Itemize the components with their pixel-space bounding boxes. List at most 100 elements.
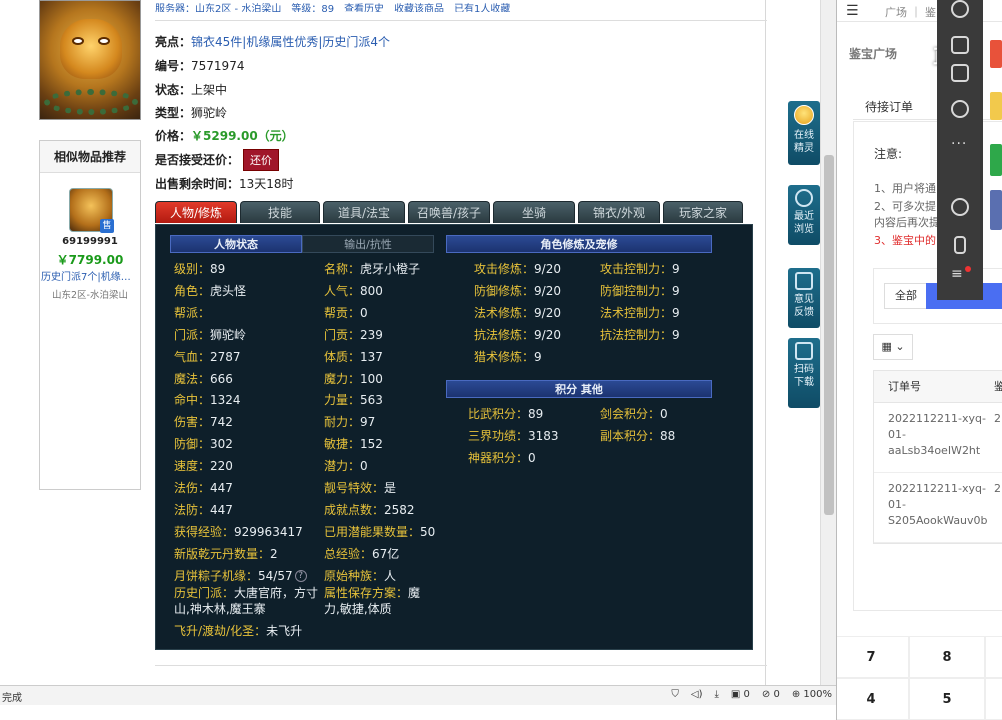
section-header-output[interactable]: 输出/抗性 [302, 235, 434, 253]
tab-home[interactable]: 玩家之家 [663, 201, 743, 223]
tab-skills[interactable]: 技能 [240, 201, 320, 223]
history-link[interactable]: 查看历史 [344, 0, 384, 12]
field-value: 742 [210, 415, 233, 430]
zoom-control[interactable]: ⊕ 100% [792, 689, 832, 700]
control-field: 攻击控制力：9 [600, 260, 680, 277]
keypad-cell[interactable]: 4 [837, 678, 909, 720]
time-row: 出售剩余时间：13天18时 [155, 175, 294, 192]
favorite-link[interactable]: 收藏该商品 [394, 0, 444, 12]
tab-mounts[interactable]: 坐骑 [493, 201, 575, 223]
field-value: 2582 [384, 502, 415, 517]
page-scrollbar[interactable] [820, 0, 836, 685]
field-value: 89 [528, 407, 544, 421]
side-thumb[interactable] [990, 144, 1002, 176]
field-label: 新版乾元丹数量： [174, 546, 271, 561]
floating-toolbar: ··· ≡ [937, 0, 983, 300]
status-field: 名称：虎牙小橙子 [324, 260, 420, 277]
field-label: 法术修炼： [474, 305, 535, 320]
id-value: 7571974 [191, 59, 245, 73]
help-icon[interactable]: ? [294, 570, 307, 583]
field-value: 9 [672, 305, 680, 320]
status-field: 魔力：100 [324, 370, 383, 387]
cultivation-field: 防御修炼：9/20 [474, 282, 561, 299]
user-icon[interactable] [951, 0, 969, 18]
side-thumb[interactable] [990, 92, 1002, 120]
field-value: 447 [210, 502, 233, 517]
fly-label: 飞升/渡劫/化圣： [174, 624, 267, 638]
field-label: 门派： [174, 327, 211, 342]
field-label: 速度： [174, 459, 211, 474]
field-value: 239 [360, 327, 383, 342]
table-row[interactable]: 2022112211-xyq- 01- S205AookWauv0b 2 [874, 473, 1002, 543]
screen: 服务器：山东2区 - 水泊梁山 等级：89 查看历史 收藏该商品 已有1人收藏 … [0, 0, 1002, 720]
field-label: 门贡： [324, 327, 361, 342]
folder-icon[interactable] [951, 64, 969, 82]
price-label: 价格： [155, 129, 192, 143]
menu-icon[interactable]: ☰ [846, 3, 859, 19]
scrollbar-thumb[interactable] [824, 155, 834, 515]
field-value: 666 [210, 371, 233, 386]
highlights-value[interactable]: 锦衣45件|机缘属性优秀|历史门派4个 [191, 35, 390, 49]
similar-item-id: 69199991 [62, 236, 118, 247]
list-icon[interactable]: ≡ [951, 266, 964, 282]
scan-download-button[interactable]: 扫码 下载 [788, 338, 820, 408]
attr-line1: 魔 [408, 586, 421, 600]
shield-icon[interactable]: ⛉ [671, 689, 679, 700]
browser-statusbar: 完成 ⛉ ◁) ⤓ ▣ 0 ⊘ 0 ⊕ 100% [0, 685, 836, 705]
field-value: 2 [270, 546, 278, 561]
link-icon[interactable] [951, 198, 969, 216]
field-value: 虎牙小橙子 [360, 262, 421, 276]
keypad-cell[interactable]: 9 [985, 636, 1002, 678]
keypad-cell[interactable]: 6 [985, 678, 1002, 720]
recent-views-button[interactable]: 最近 浏览 [788, 185, 820, 245]
filter-all-button[interactable]: 全部 [884, 283, 928, 309]
settings-icon[interactable] [951, 100, 969, 118]
side-thumb[interactable] [990, 40, 1002, 68]
field-label: 防御： [174, 437, 211, 452]
block-icon[interactable]: ⊘ 0 [762, 689, 780, 700]
highlights-row: 亮点：锦衣45件|机缘属性优秀|历史门派4个 [155, 33, 390, 50]
tab-pets[interactable]: 召唤兽/孩子 [408, 201, 490, 223]
notice-line: 2、可多次提 [874, 200, 936, 213]
bargain-button[interactable]: 还价 [243, 149, 280, 171]
notice-line: 内容后再次提 [874, 216, 940, 229]
tab-items[interactable]: 道具/法宝 [323, 201, 405, 223]
tab-pending-orders[interactable]: 待接订单 [865, 98, 913, 115]
keypad-cell[interactable]: 5 [909, 678, 985, 720]
phone-icon[interactable] [954, 236, 966, 254]
feedback-button[interactable]: 意见 反馈 [788, 268, 820, 328]
field-label: 体质： [324, 349, 361, 364]
more-icon[interactable]: ··· [951, 136, 967, 152]
field-label: 抗法控制力： [600, 327, 673, 342]
keypad-cell[interactable]: 8 [909, 636, 985, 678]
field-label: 名称： [324, 262, 361, 276]
status-field: 人气：800 [324, 282, 383, 299]
browser-window: 服务器：山东2区 - 水泊梁山 等级：89 查看历史 收藏该商品 已有1人收藏 … [0, 0, 836, 705]
breadcrumb[interactable]: 广场 ｜ 鉴 [885, 4, 936, 20]
field-label: 魔法： [174, 371, 211, 386]
cube-icon[interactable] [951, 36, 969, 54]
side-thumb[interactable] [990, 190, 1002, 230]
field-label: 法术控制力： [600, 305, 673, 320]
tab-character[interactable]: 人物/修炼 [155, 201, 237, 223]
image-icon[interactable]: ▣ 0 [731, 689, 750, 700]
field-label: 比武积分： [468, 407, 529, 421]
keypad-cell[interactable]: 7 [837, 636, 909, 678]
status-field: 级别：89 [174, 260, 225, 277]
online-assistant-button[interactable]: 在线 精灵 [788, 101, 820, 165]
tab-outfits[interactable]: 锦衣/外观 [578, 201, 660, 223]
status-row: 状态：上架中 [155, 81, 227, 98]
similar-item-highlight[interactable]: 历史门派7个|机缘属性优秀 [40, 268, 140, 283]
download-icon[interactable]: ⤓ [714, 689, 718, 700]
history-label: 历史门派： [174, 586, 235, 600]
control-field: 法术控制力：9 [600, 304, 680, 321]
status-text: 完成 [2, 693, 22, 704]
status-field: 法防：447 [174, 501, 233, 518]
similar-item-price: ￥7799.00 [56, 253, 124, 267]
view-toggle-button[interactable]: ▦ ⌄ [873, 334, 913, 360]
similar-item-thumbnail[interactable]: 售 [69, 188, 114, 233]
field-value: 220 [210, 459, 233, 474]
table-row[interactable]: 2022112211-xyq- 01- aaLsb34oeIW2ht 2 [874, 403, 1002, 473]
status-field: 新版乾元丹数量：2 [174, 545, 278, 562]
speaker-icon[interactable]: ◁) [691, 689, 703, 700]
